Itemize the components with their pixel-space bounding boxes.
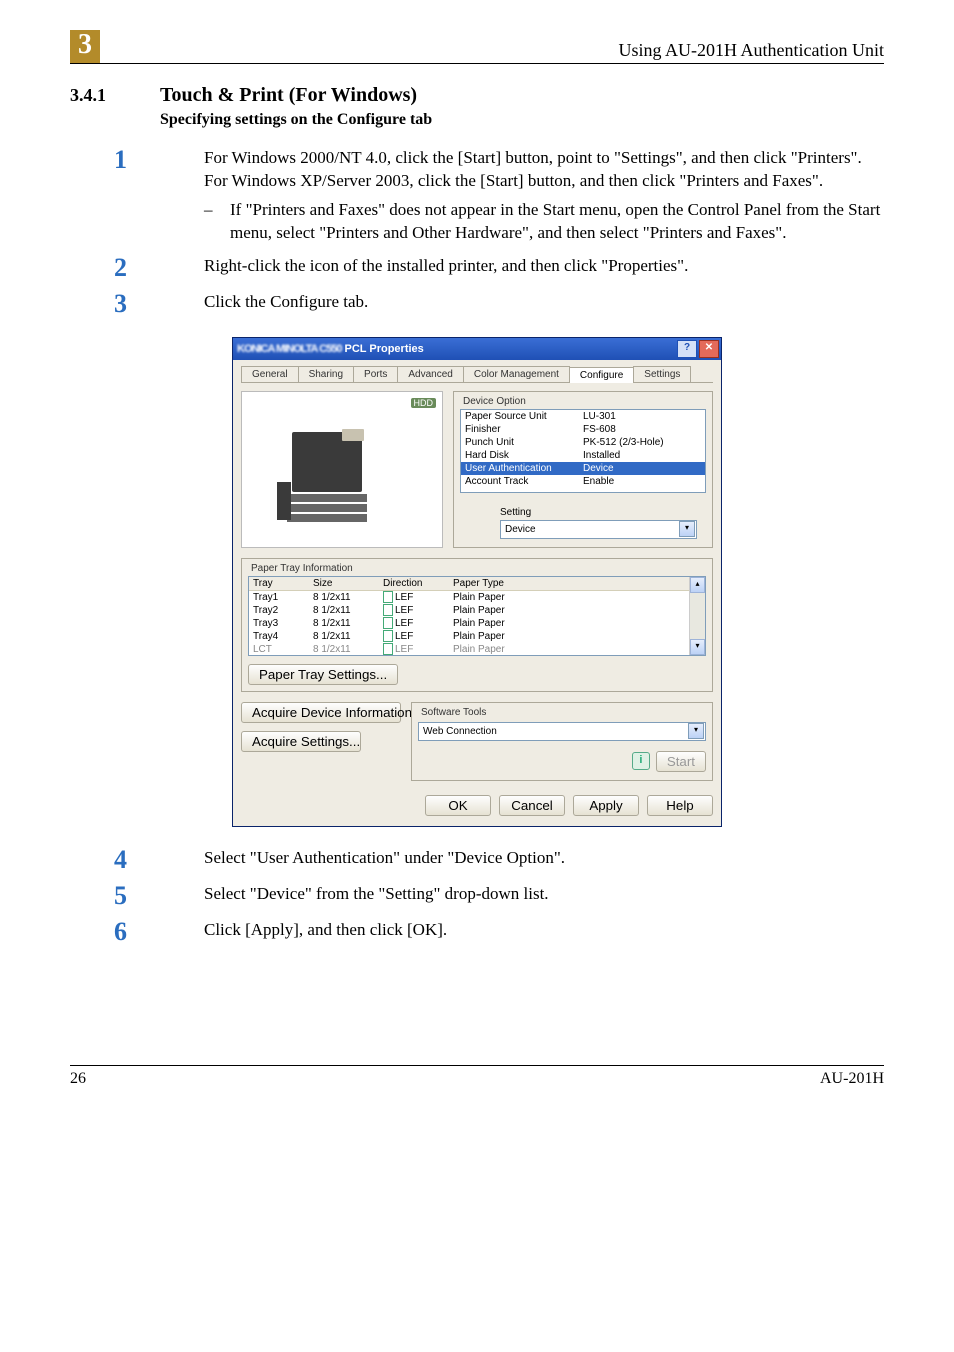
page-header: 3 Using AU-201H Authentication Unit bbox=[70, 30, 884, 64]
paper-tray-table[interactable]: Tray Size Direction Paper Type Tray18 1/… bbox=[248, 576, 706, 656]
scrollbar[interactable]: ▴▾ bbox=[689, 577, 705, 655]
device-option-group: Device Option Paper Source UnitLU-301 Fi… bbox=[453, 391, 713, 548]
help-icon[interactable]: ? bbox=[677, 340, 697, 358]
tab-configure[interactable]: Configure bbox=[569, 367, 634, 383]
info-icon[interactable]: i bbox=[632, 752, 650, 770]
step-number: 4 bbox=[70, 847, 204, 873]
chevron-down-icon: ▾ bbox=[688, 723, 704, 739]
setting-value: Device bbox=[505, 524, 536, 535]
software-tools-group: Software Tools Web Connection ▾ i Start bbox=[411, 702, 713, 781]
setting-dropdown[interactable]: Device ▾ bbox=[500, 520, 697, 539]
orientation-icon bbox=[383, 591, 393, 603]
step-5: 5 Select "Device" from the "Setting" dro… bbox=[70, 883, 884, 909]
tab-settings[interactable]: Settings bbox=[633, 366, 691, 382]
orientation-icon bbox=[383, 630, 393, 642]
window-title: KONICA MINOLTA C550 PCL Properties bbox=[237, 343, 424, 355]
table-row: Tray28 1/2x11LEFPlain Paper bbox=[249, 604, 705, 617]
step-text: Select "User Authentication" under "Devi… bbox=[204, 847, 884, 873]
device-option-list[interactable]: Paper Source UnitLU-301 FinisherFS-608 P… bbox=[460, 409, 706, 493]
step-number: 5 bbox=[70, 883, 204, 909]
col-header: Tray bbox=[253, 577, 313, 590]
scroll-up-icon: ▴ bbox=[690, 577, 705, 593]
step-number: 1 bbox=[70, 147, 204, 245]
tab-general[interactable]: General bbox=[241, 366, 299, 382]
page-footer: 26 AU-201H bbox=[70, 1065, 884, 1088]
tab-ports[interactable]: Ports bbox=[353, 366, 398, 382]
scroll-down-icon: ▾ bbox=[690, 639, 705, 655]
acquire-device-button[interactable]: Acquire Device Information bbox=[241, 702, 401, 723]
acquire-settings-button[interactable]: Acquire Settings... bbox=[241, 731, 361, 752]
section-number: 3.4.1 bbox=[70, 85, 160, 106]
software-tools-dropdown[interactable]: Web Connection ▾ bbox=[418, 722, 706, 741]
help-button[interactable]: Help bbox=[647, 795, 713, 816]
table-row: Tray38 1/2x11LEFPlain Paper bbox=[249, 617, 705, 630]
tab-advanced[interactable]: Advanced bbox=[397, 366, 463, 382]
table-row: Tray48 1/2x11LEFPlain Paper bbox=[249, 630, 705, 643]
titlebar: KONICA MINOLTA C550 PCL Properties ? ✕ bbox=[233, 338, 721, 360]
step-4: 4 Select "User Authentication" under "De… bbox=[70, 847, 884, 873]
close-icon[interactable]: ✕ bbox=[699, 340, 719, 358]
tab-strip: General Sharing Ports Advanced Color Man… bbox=[241, 366, 713, 383]
step-number: 2 bbox=[70, 255, 204, 281]
col-header: Paper Type bbox=[453, 577, 563, 590]
chapter-number-badge: 3 bbox=[70, 30, 100, 63]
page-number: 26 bbox=[70, 1070, 86, 1088]
apply-button[interactable]: Apply bbox=[573, 795, 639, 816]
step-text: For Windows 2000/NT 4.0, click the [Star… bbox=[204, 147, 884, 170]
doc-id: AU-201H bbox=[820, 1070, 884, 1088]
section-title: Touch & Print (For Windows) bbox=[160, 84, 417, 107]
step-number: 6 bbox=[70, 919, 204, 945]
col-header: Direction bbox=[383, 577, 453, 590]
paper-tray-group: Paper Tray Information Tray Size Directi… bbox=[241, 558, 713, 692]
step-1: 1 For Windows 2000/NT 4.0, click the [St… bbox=[70, 147, 884, 245]
cancel-button[interactable]: Cancel bbox=[499, 795, 565, 816]
step-text: Click [Apply], and then click [OK]. bbox=[204, 919, 884, 945]
list-item-selected: User AuthenticationDevice bbox=[461, 462, 705, 475]
hdd-badge: HDD bbox=[411, 398, 437, 408]
setting-label: Setting bbox=[500, 507, 706, 518]
orientation-icon bbox=[383, 643, 393, 655]
start-button[interactable]: Start bbox=[656, 751, 706, 772]
paper-tray-label: Paper Tray Information bbox=[248, 563, 356, 574]
step-text: Click the Configure tab. bbox=[204, 291, 884, 317]
software-tool-value: Web Connection bbox=[423, 726, 497, 737]
step-text: For Windows XP/Server 2003, click the [S… bbox=[204, 170, 884, 193]
step-text: Right-click the icon of the installed pr… bbox=[204, 255, 884, 281]
paper-tray-settings-button[interactable]: Paper Tray Settings... bbox=[248, 664, 398, 685]
running-title: Using AU-201H Authentication Unit bbox=[619, 40, 884, 61]
chevron-down-icon: ▾ bbox=[679, 521, 695, 537]
step-sub-text: If "Printers and Faxes" does not appear … bbox=[230, 199, 884, 245]
ok-button[interactable]: OK bbox=[425, 795, 491, 816]
software-tools-label: Software Tools bbox=[418, 707, 489, 718]
col-header: Size bbox=[313, 577, 383, 590]
step-3: 3 Click the Configure tab. bbox=[70, 291, 884, 317]
bullet-dash: – bbox=[204, 199, 230, 245]
tab-sharing[interactable]: Sharing bbox=[298, 366, 354, 382]
step-text: Select "Device" from the "Setting" drop-… bbox=[204, 883, 884, 909]
step-2: 2 Right-click the icon of the installed … bbox=[70, 255, 884, 281]
tab-color[interactable]: Color Management bbox=[463, 366, 570, 382]
properties-window: KONICA MINOLTA C550 PCL Properties ? ✕ G… bbox=[232, 337, 722, 827]
printer-preview: HDD bbox=[241, 391, 443, 548]
section-subtitle: Specifying settings on the Configure tab bbox=[160, 111, 884, 129]
section-heading: 3.4.1 Touch & Print (For Windows) bbox=[70, 84, 884, 107]
step-6: 6 Click [Apply], and then click [OK]. bbox=[70, 919, 884, 945]
dialog-screenshot: KONICA MINOLTA C550 PCL Properties ? ✕ G… bbox=[232, 337, 722, 827]
printer-icon bbox=[272, 422, 392, 527]
orientation-icon bbox=[383, 617, 393, 629]
table-row: LCT8 1/2x11LEFPlain Paper bbox=[249, 643, 705, 656]
step-number: 3 bbox=[70, 291, 204, 317]
device-option-label: Device Option bbox=[460, 396, 529, 407]
table-row: Tray18 1/2x11LEFPlain Paper bbox=[249, 591, 705, 604]
orientation-icon bbox=[383, 604, 393, 616]
